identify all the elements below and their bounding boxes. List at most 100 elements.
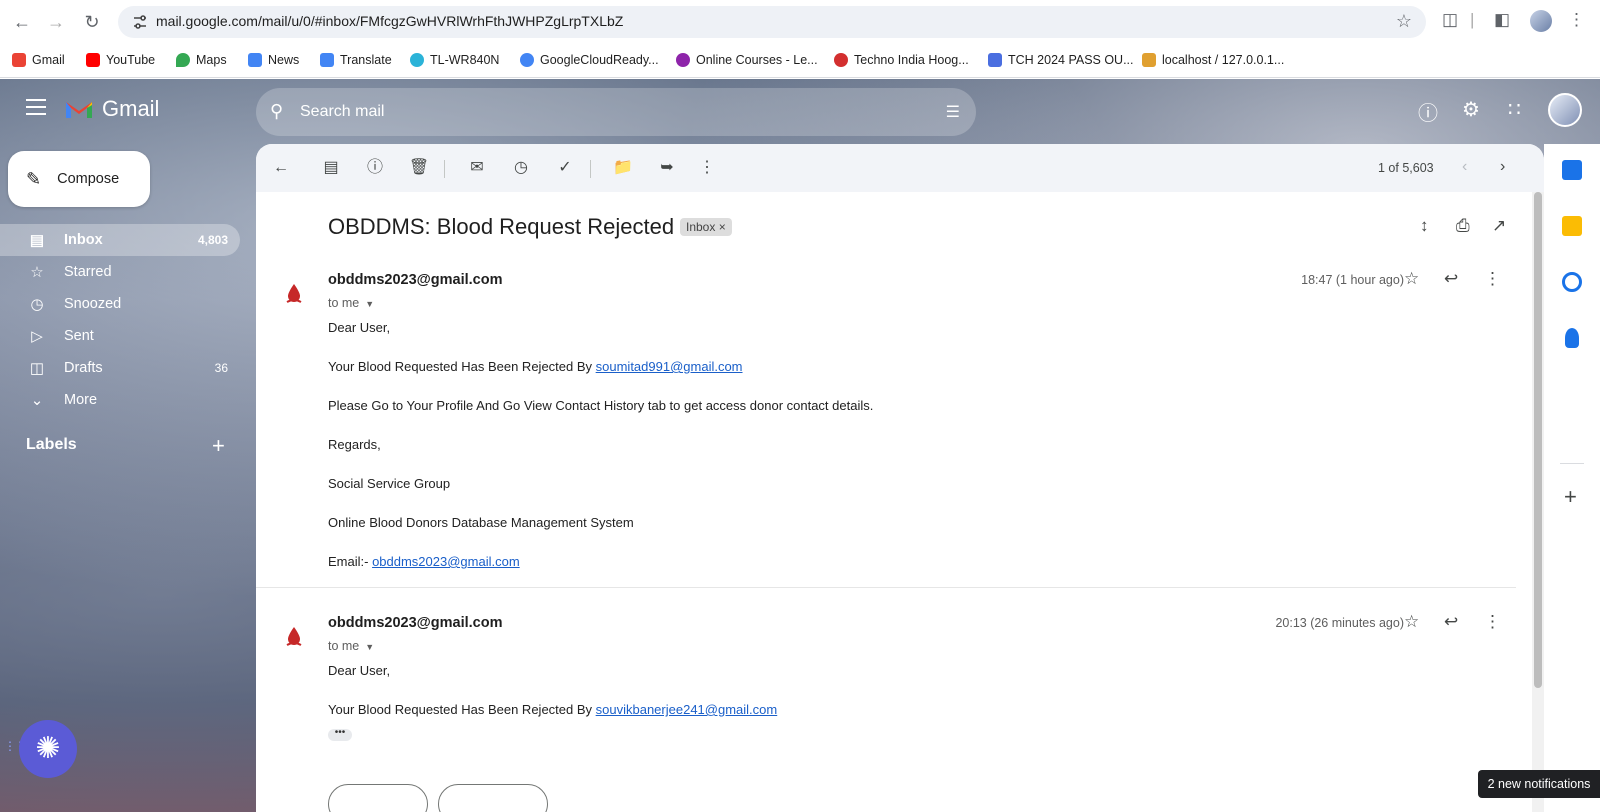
bookmark-localhost[interactable]: localhost / 127.0.0.1... [1142, 53, 1284, 67]
bookmark-techno-india[interactable]: Techno India Hoog... [834, 53, 969, 67]
apps-grid-icon[interactable]: ∷ [1508, 97, 1521, 122]
bookmark-tch-2024[interactable]: TCH 2024 PASS OU... [988, 53, 1134, 67]
more-options-icon[interactable]: ⋮ [696, 157, 718, 179]
message-2-more-icon[interactable]: ⋮ [1484, 612, 1501, 632]
side-panel: + [1544, 144, 1600, 812]
bookmark-googlecloudready[interactable]: GoogleCloudReady... [520, 53, 659, 67]
bookmark-tl-wr840n[interactable]: TL-WR840N [410, 53, 499, 67]
site-settings-icon[interactable] [132, 14, 148, 30]
message-2-recipient[interactable]: to me ▼ [328, 639, 374, 653]
older-chevron-icon[interactable]: › [1500, 158, 1505, 176]
sidebar-item-more[interactable]: ⌄ More [0, 384, 240, 416]
message-2-rejected-by-link[interactable]: souvikbanerjee241@gmail.com [596, 702, 778, 717]
back-icon[interactable]: ← [10, 10, 34, 34]
contacts-icon[interactable] [1565, 328, 1579, 348]
thread-subject: OBDDMS: Blood Request Rejected [328, 214, 675, 239]
get-add-ons-icon[interactable]: + [1564, 484, 1577, 510]
news-icon [248, 53, 262, 67]
bookmark-translate[interactable]: Translate [320, 53, 392, 67]
star-icon: ☆ [30, 264, 44, 281]
message-2-rejection: Your Blood Requested Has Been Rejected B… [328, 702, 778, 717]
message-1-reply-icon[interactable]: ↩ [1444, 269, 1458, 289]
scrollbar-thumb[interactable] [1534, 192, 1542, 688]
recipient-details-caret-icon[interactable]: ▼ [365, 299, 374, 309]
message-1-star-icon[interactable]: ☆ [1404, 269, 1419, 289]
settings-gear-icon[interactable]: ⚙ [1462, 97, 1480, 122]
message-2-sender[interactable]: obddms2023@gmail.com [328, 615, 503, 631]
side-panel-icon[interactable]: ◧ [1494, 10, 1510, 30]
delete-icon[interactable]: 🗑 [408, 157, 430, 179]
bookmark-youtube[interactable]: YouTube [86, 53, 155, 67]
gmail-logo[interactable]: Gmail [64, 96, 159, 122]
inbox-icon: ▤ [29, 232, 45, 249]
label-icon[interactable]: ➥ [656, 157, 678, 179]
extensions-icon[interactable]: ◫ [1442, 10, 1458, 30]
message-1-more-icon[interactable]: ⋮ [1484, 269, 1501, 289]
reply-button[interactable] [328, 784, 428, 812]
forward-button[interactable] [438, 784, 548, 812]
browser-menu-icon[interactable]: ⋮ [1568, 10, 1585, 30]
show-trimmed-content-button[interactable]: ••• [328, 728, 352, 741]
assistant-sparkle-button[interactable]: ✺ [19, 720, 77, 778]
phpmyadmin-icon [1142, 53, 1156, 67]
snooze-icon[interactable]: ◷ [510, 157, 532, 179]
message-1-email-link[interactable]: obddms2023@gmail.com [372, 554, 520, 569]
message-2-reply-icon[interactable]: ↩ [1444, 612, 1458, 632]
recipient-details-caret-icon[interactable]: ▼ [365, 642, 374, 652]
search-icon[interactable]: ⚲ [270, 101, 283, 122]
help-icon[interactable]: ⓘ [1418, 97, 1438, 126]
compose-button[interactable]: ✎ Compose [8, 151, 150, 207]
sidebar-item-starred[interactable]: ☆ Starred [0, 256, 240, 288]
add-to-tasks-icon[interactable]: ✓ [554, 157, 576, 179]
print-icon[interactable]: ⎙ [1456, 216, 1470, 236]
browser-profile-avatar[interactable] [1530, 10, 1552, 32]
account-avatar[interactable] [1548, 93, 1582, 127]
newer-chevron-icon[interactable]: ‹ [1462, 158, 1467, 176]
search-options-icon[interactable]: ☰ [946, 102, 960, 122]
sidebar-item-snoozed[interactable]: ◷ Snoozed [0, 288, 240, 320]
address-bar[interactable]: mail.google.com/mail/u/0/#inbox/FMfcgzGw… [118, 6, 1426, 38]
sidebar-item-sent[interactable]: ▷ Sent [0, 320, 240, 352]
toolbar-divider [444, 160, 445, 178]
inbox-label-chip[interactable]: Inbox × [680, 218, 732, 236]
gmail-m-icon [66, 102, 92, 118]
archive-icon[interactable]: ▤ [320, 157, 342, 179]
bookmark-online-courses[interactable]: Online Courses - Le... [676, 53, 818, 67]
message-2-star-icon[interactable]: ☆ [1404, 612, 1419, 632]
bookmark-gmail[interactable]: Gmail [12, 53, 65, 67]
report-spam-icon[interactable]: ⓘ [364, 157, 386, 179]
search-bar[interactable]: ⚲ ☰ [256, 88, 976, 136]
message-1-regards: Regards, [328, 437, 381, 452]
bookmark-maps[interactable]: Maps [176, 53, 227, 67]
message-1-sender[interactable]: obddms2023@gmail.com [328, 272, 503, 288]
clock-icon: ◷ [30, 296, 44, 313]
reload-icon[interactable]: ↻ [80, 10, 104, 34]
message-1-recipient[interactable]: to me ▼ [328, 296, 374, 310]
sidebar-item-inbox[interactable]: ▤ Inbox 4,803 [0, 224, 240, 256]
blood-drop-icon [286, 284, 302, 303]
collapse-all-icon[interactable]: ↕ [1420, 216, 1429, 236]
search-input[interactable] [300, 98, 900, 126]
calendar-icon[interactable] [1562, 160, 1582, 180]
remove-label-icon[interactable]: × [719, 220, 726, 234]
forward-icon[interactable]: → [44, 10, 68, 34]
tasks-icon[interactable] [1562, 272, 1582, 292]
main-menu-icon[interactable] [26, 99, 46, 115]
gmail-wordmark: Gmail [102, 96, 160, 121]
browser-toolbar: ← → ↻ mail.google.com/mail/u/0/#inbox/FM… [0, 0, 1600, 44]
back-to-inbox-icon[interactable]: ← [270, 157, 292, 179]
move-to-icon[interactable]: 📁 [612, 157, 634, 179]
mark-unread-icon[interactable]: ✉ [466, 157, 488, 179]
url-text[interactable]: mail.google.com/mail/u/0/#inbox/FMfcgzGw… [156, 13, 623, 29]
keep-icon[interactable] [1562, 216, 1582, 236]
separator: | [1470, 10, 1475, 29]
new-window-icon[interactable]: ↗ [1492, 216, 1506, 236]
bookmark-star-icon[interactable]: ☆ [1396, 11, 1412, 32]
sidebar-item-drafts[interactable]: ◫ Drafts 36 [0, 352, 240, 384]
bookmark-news[interactable]: News [248, 53, 299, 67]
message-1-rejected-by-link[interactable]: soumitad991@gmail.com [596, 359, 743, 374]
scrollbar[interactable] [1532, 192, 1544, 812]
add-label-icon[interactable]: + [212, 433, 225, 459]
notifications-toast[interactable]: 2 new notifications [1478, 770, 1600, 798]
drafts-count: 36 [214, 361, 228, 375]
